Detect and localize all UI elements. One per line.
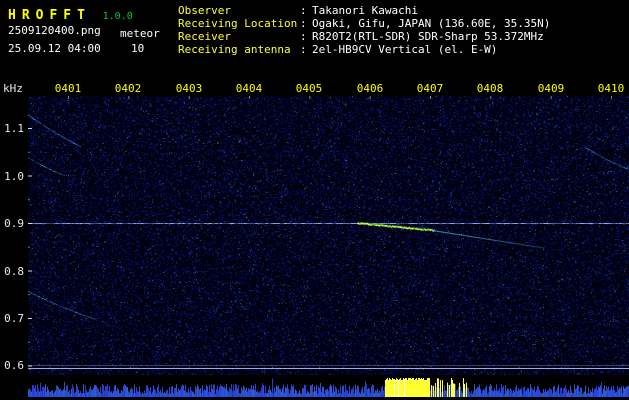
time-tick-label: 0410 <box>597 82 625 95</box>
time-tick-label: 0405 <box>295 82 323 95</box>
info-row-location: Receiving Location : Ogaki, Gifu, JAPAN … <box>178 17 550 30</box>
signal-strength-strip <box>28 378 629 397</box>
info-row-antenna: Receiving antenna : 2el-HB9CV Vertical (… <box>178 43 550 56</box>
info-value: R820T2(RTL-SDR) SDR-Sharp 53.372MHz <box>312 30 544 43</box>
info-separator: : <box>300 30 307 43</box>
info-value: Takanori Kawachi <box>312 4 418 17</box>
info-row-receiver: Receiver : R820T2(RTL-SDR) SDR-Sharp 53.… <box>178 30 550 43</box>
freq-axis: 1.1 1.0 0.9 0.8 0.7 0.6 <box>0 0 24 400</box>
hrofft-output-screen: HROFFT 1.0.0 2509120400.png meteor 25.09… <box>0 0 629 400</box>
info-separator: : <box>300 43 307 56</box>
time-tick-label: 0406 <box>356 82 384 95</box>
freq-tick-label: 0.8 <box>4 265 24 278</box>
info-value: Ogaki, Gifu, JAPAN (136.60E, 35.35N) <box>312 17 551 30</box>
time-axis: 0401 0402 0403 0404 0405 0406 0407 0408 … <box>28 82 629 95</box>
app-version: 1.0.0 <box>102 11 133 22</box>
time-tick-label: 0408 <box>476 82 504 95</box>
time-tick-label: 0403 <box>175 82 203 95</box>
time-tick-label: 0409 <box>537 82 565 95</box>
echo-count: 10 <box>131 42 145 55</box>
info-label: Receiver <box>178 30 231 43</box>
info-label: Observer <box>178 4 231 17</box>
freq-tick-label: 0.6 <box>4 359 24 372</box>
time-tick-label: 0401 <box>54 82 82 95</box>
info-value: 2el-HB9CV Vertical (el. E-W) <box>312 43 498 56</box>
time-tick-label: 0404 <box>235 82 263 95</box>
observation-mode-label: meteor <box>120 27 160 40</box>
freq-tick-label: 1.1 <box>4 122 24 135</box>
info-label: Receiving antenna <box>178 43 291 56</box>
info-separator: : <box>300 17 307 30</box>
info-separator: : <box>300 4 307 17</box>
info-row-observer: Observer : Takanori Kawachi <box>178 4 550 17</box>
freq-tick-label: 1.0 <box>4 170 24 183</box>
app-title-row: HROFFT 1.0.0 <box>8 4 133 23</box>
time-tick-label: 0402 <box>114 82 142 95</box>
spectrogram-canvas <box>28 96 629 375</box>
freq-tick-label: 0.7 <box>4 312 24 325</box>
freq-tick-label: 0.9 <box>4 217 24 230</box>
station-info: Observer : Takanori Kawachi Receiving Lo… <box>178 4 550 56</box>
info-label: Receiving Location <box>178 17 298 30</box>
time-tick-label: 0407 <box>416 82 444 95</box>
